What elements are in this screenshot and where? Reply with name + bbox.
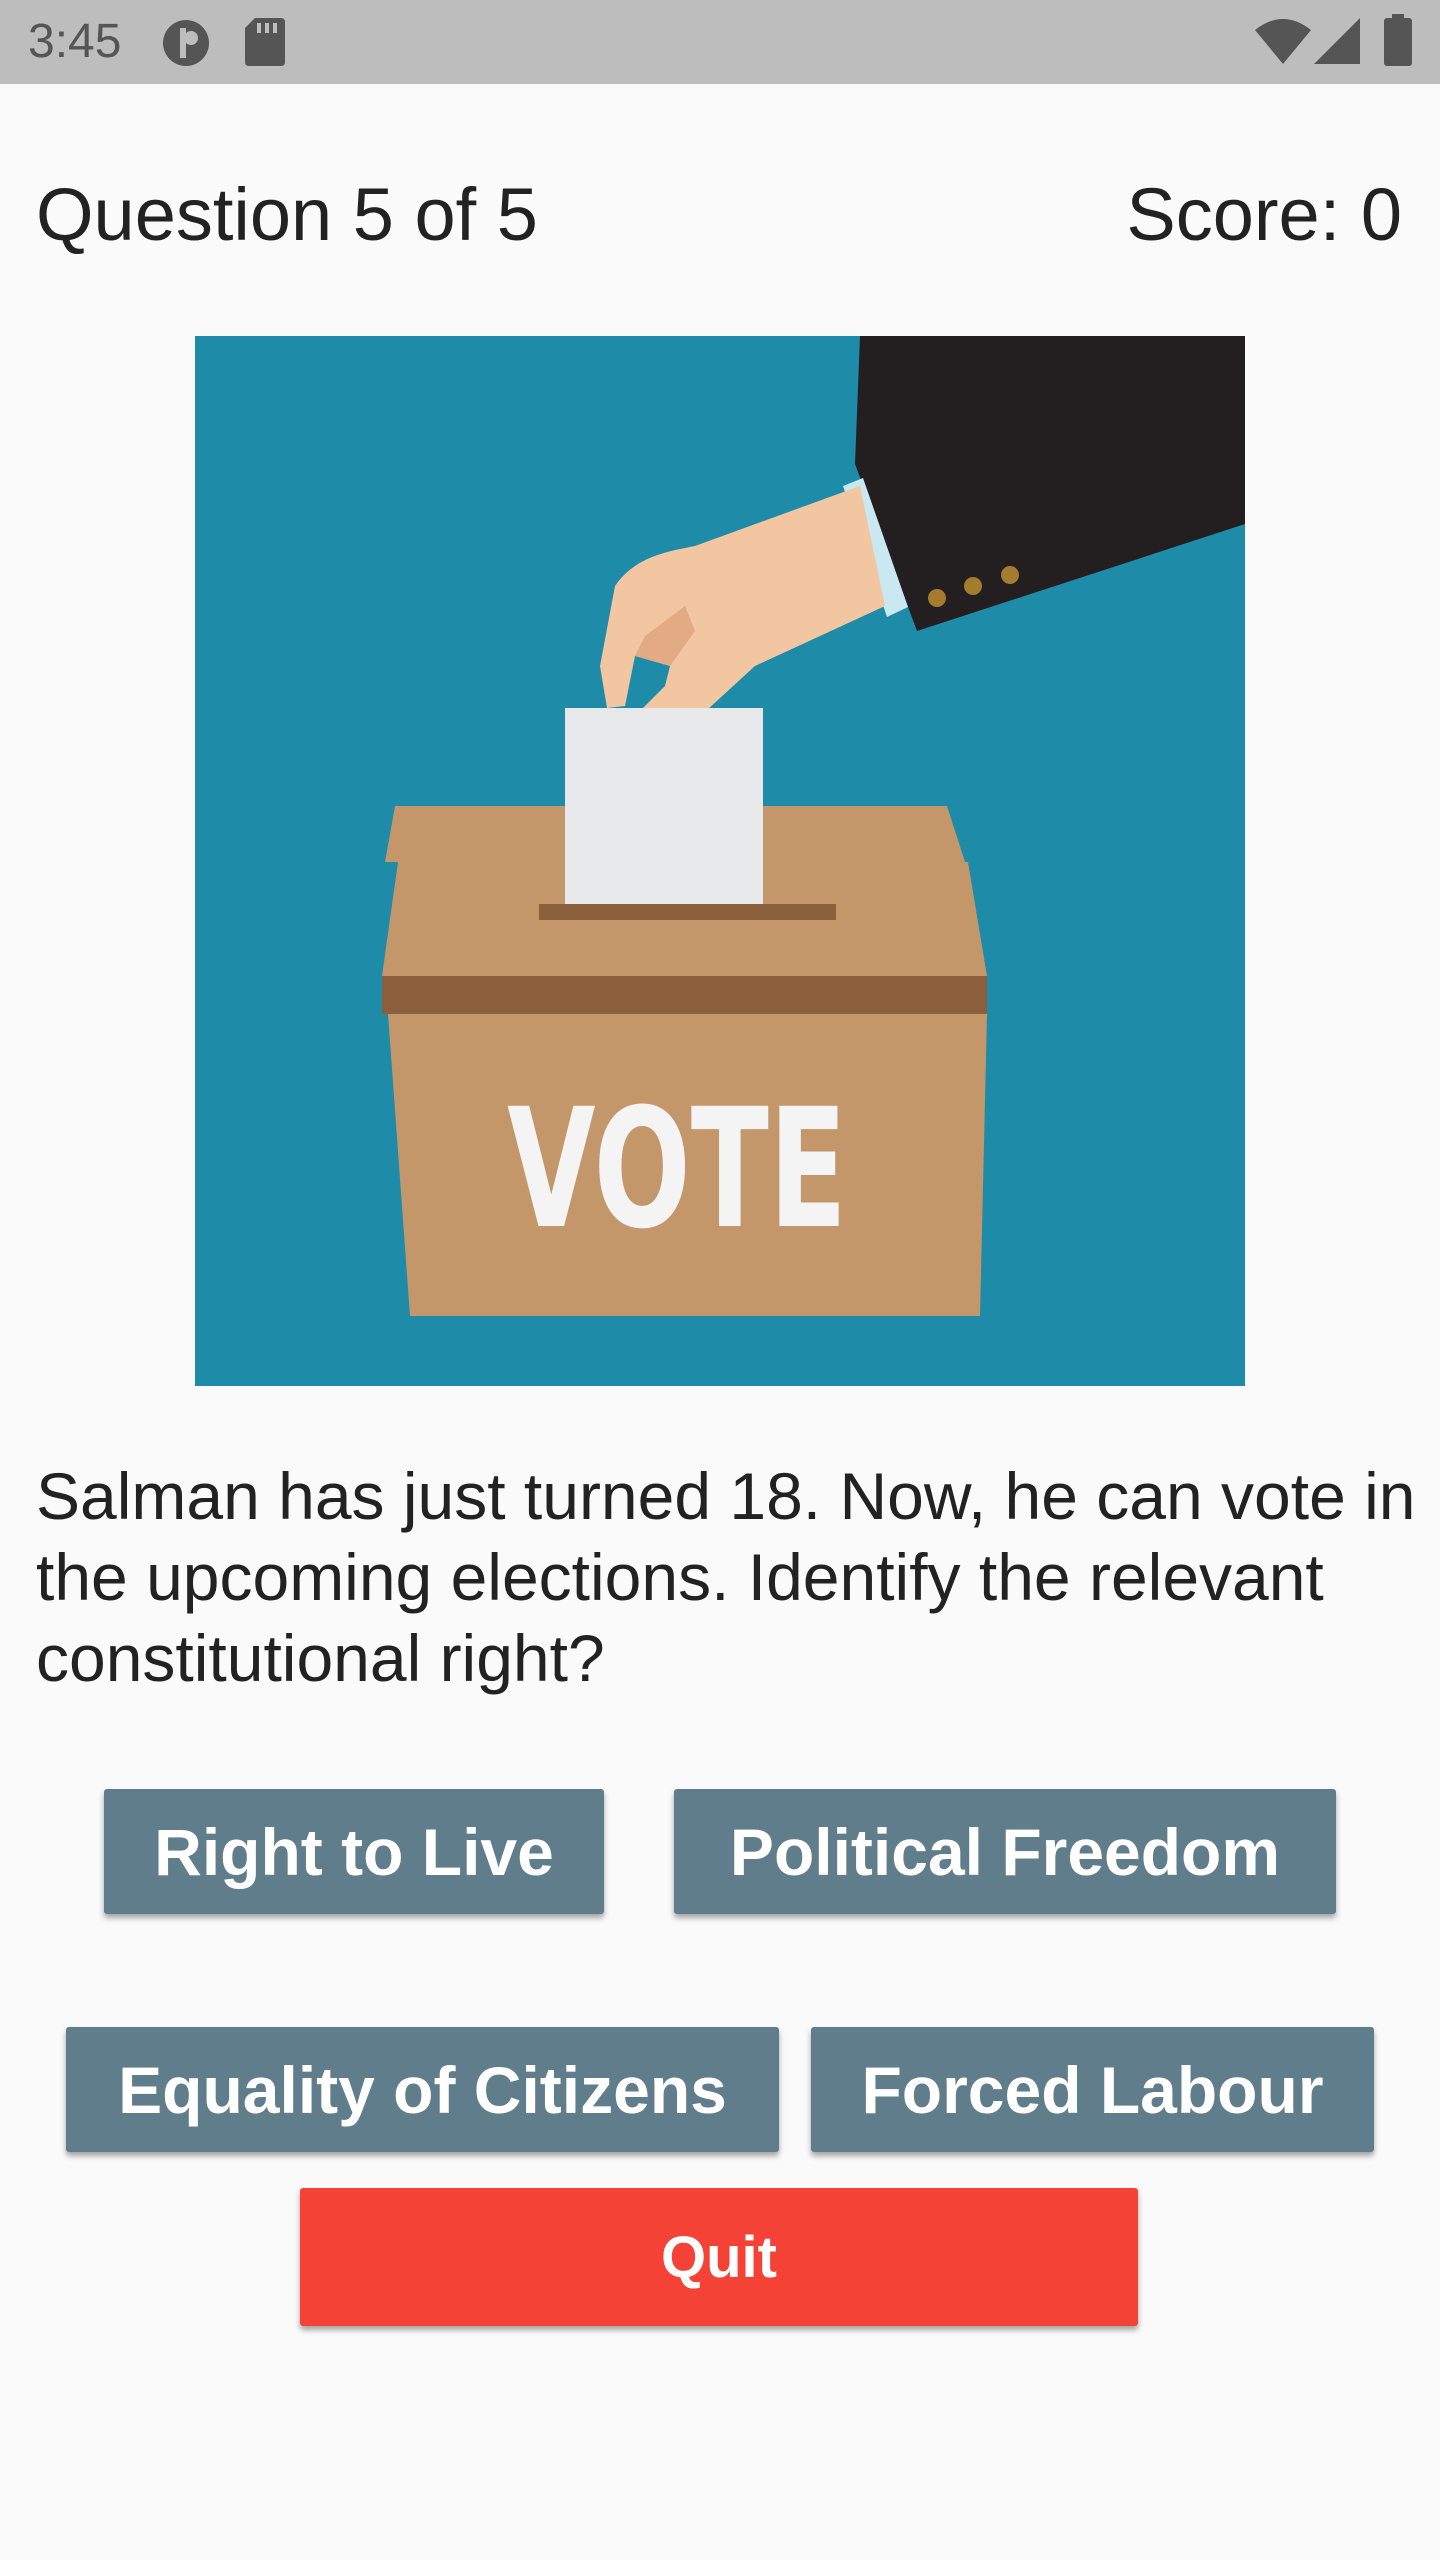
box-slot-front (539, 904, 836, 920)
sleeve-button (928, 589, 946, 607)
answer-button-political-freedom[interactable]: Political Freedom (674, 1789, 1336, 1914)
sleeve-button (964, 577, 982, 595)
answer-label: Forced Labour (861, 2052, 1324, 2127)
vote-illustration: VOTE (195, 336, 1245, 1386)
media-icon (163, 20, 209, 66)
answer-label: Right to Live (154, 1814, 554, 1889)
battery-icon (1384, 14, 1412, 66)
answer-button-forced-labour[interactable]: Forced Labour (811, 2027, 1374, 2152)
question-counter: Question 5 of 5 (36, 173, 538, 256)
answer-button-right-to-live[interactable]: Right to Live (104, 1789, 604, 1914)
signal-icon (1314, 18, 1360, 64)
ballot-paper-front (565, 708, 763, 904)
answer-button-equality-of-citizens[interactable]: Equality of Citizens (66, 2027, 779, 2152)
status-time: 3:45 (28, 15, 122, 68)
box-band (382, 976, 987, 1014)
question-text: Salman has just turned 18. Now, he can v… (36, 1459, 1416, 1695)
score-label: Score: 0 (1126, 173, 1402, 256)
quit-label: Quit (661, 2224, 777, 2290)
sleeve-button (1001, 566, 1019, 584)
wifi-icon (1255, 19, 1311, 64)
status-bar: 3:45 (0, 0, 1440, 84)
quiz-header: Question 5 of 5 Score: 0 (0, 170, 1440, 270)
quit-button[interactable]: Quit (300, 2188, 1138, 2326)
box-label: VOTE (507, 1073, 847, 1265)
answer-label: Equality of Citizens (118, 2052, 727, 2127)
answer-label: Political Freedom (729, 1814, 1281, 1889)
sd-card-icon (245, 18, 285, 66)
